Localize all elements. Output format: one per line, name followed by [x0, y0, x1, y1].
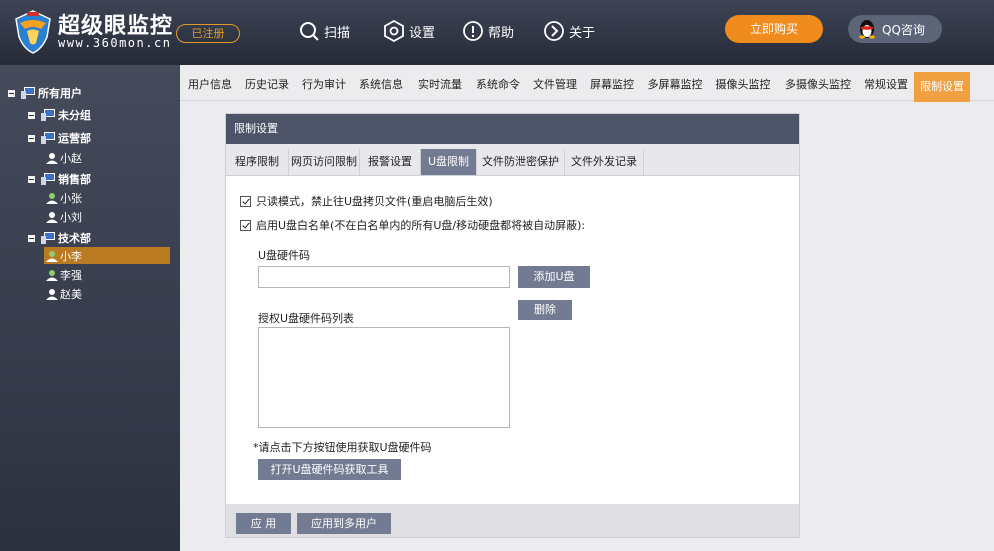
function-tab-bar: 用户信息 历史记录 行为审计 系统信息 实时流量 系统命令 文件管理 屏幕监控 …	[180, 65, 994, 102]
registered-badge: 已注册	[176, 24, 240, 43]
computer-icon	[41, 132, 55, 144]
authorized-list-label: 授权U盘硬件码列表	[258, 312, 355, 325]
tree-group-tech[interactable]: 技术部	[28, 229, 91, 247]
apply-button[interactable]: 应 用	[236, 513, 291, 534]
subtab-program-restriction[interactable]: 程序限制	[226, 149, 289, 175]
app-header: 超级眼监控 www.360mon.cn 已注册 扫描 设置 帮助 关于 立即购买…	[0, 0, 994, 65]
collapse-icon[interactable]	[28, 234, 35, 242]
tab-restriction-settings[interactable]: 限制设置	[914, 72, 970, 102]
tree-group-label: 技术部	[58, 232, 91, 245]
collapse-icon[interactable]	[28, 175, 35, 183]
computer-icon	[41, 109, 55, 121]
tree-group-label: 运营部	[58, 132, 91, 145]
app-url: www.360mon.cn	[58, 36, 172, 50]
nav-settings[interactable]: 设置	[383, 18, 435, 44]
subtab-web-restriction[interactable]: 网页访问限制	[289, 149, 360, 175]
tree-user-label: 小张	[60, 192, 82, 205]
restriction-subtab-bar: 程序限制 网页访问限制 报警设置 U盘限制 文件防泄密保护 文件外发记录	[226, 144, 799, 176]
tree-group-operations[interactable]: 运营部	[28, 129, 91, 147]
panel-title: 限制设置	[226, 114, 799, 144]
tree-user-liqiang[interactable]: 李强	[46, 266, 82, 284]
tab-behavior-audit[interactable]: 行为审计	[300, 74, 348, 96]
nav-about[interactable]: 关于	[543, 18, 595, 44]
subtab-alarm-settings[interactable]: 报警设置	[360, 149, 421, 175]
tree-user-xiaozhao[interactable]: 小赵	[46, 149, 82, 167]
add-usb-button[interactable]: 添加U盘	[518, 266, 590, 288]
checkbox-checked[interactable]	[240, 219, 251, 231]
tab-general-settings[interactable]: 常规设置	[861, 74, 911, 96]
tab-system-info[interactable]: 系统信息	[357, 74, 405, 96]
eagle-logo-icon	[15, 10, 51, 54]
search-icon	[300, 22, 319, 41]
tree-root-label: 所有用户	[38, 87, 82, 100]
hardware-code-input[interactable]	[258, 266, 510, 288]
user-icon	[46, 250, 58, 262]
tree-group-label: 未分组	[58, 109, 91, 122]
tree-group-sales[interactable]: 销售部	[28, 170, 91, 188]
subtab-file-outgoing-log[interactable]: 文件外发记录	[565, 149, 644, 175]
tree-root-all-users[interactable]: 所有用户	[8, 84, 82, 102]
gear-icon	[384, 20, 404, 42]
nav-scan-label: 扫描	[324, 25, 351, 41]
nav-help[interactable]: 帮助	[462, 18, 514, 44]
hardware-code-label: U盘硬件码	[258, 249, 311, 262]
tree-group-label: 销售部	[58, 173, 91, 186]
qq-consult-button[interactable]: QQ咨询	[848, 15, 942, 43]
tab-camera-monitor[interactable]: 摄像头监控	[713, 74, 773, 96]
delete-usb-button[interactable]: 删除	[518, 300, 572, 320]
user-icon	[46, 192, 58, 204]
help-icon	[463, 21, 483, 41]
about-icon	[544, 21, 564, 41]
tab-file-manager[interactable]: 文件管理	[531, 74, 579, 96]
tree-user-xiaoli-selected[interactable]: 小李	[46, 247, 82, 265]
hint-text: *请点击下方按钮使用获取U盘硬件码	[253, 441, 432, 454]
computer-icon	[21, 87, 35, 99]
nav-about-label: 关于	[569, 25, 596, 41]
usb-whitelist-label: 启用U盘白名单(不在白名单内的所有U盘/移动硬盘都将被自动屏蔽):	[256, 219, 586, 232]
tab-history[interactable]: 历史记录	[243, 74, 291, 96]
tree-user-label: 小赵	[60, 152, 82, 165]
buy-now-button[interactable]: 立即购买	[725, 15, 823, 43]
computer-icon	[41, 232, 55, 244]
open-hardware-code-tool-button[interactable]: 打开U盘硬件码获取工具	[258, 459, 401, 480]
tree-user-zhaomei[interactable]: 赵美	[46, 285, 82, 303]
tree-group-ungrouped[interactable]: 未分组	[28, 106, 91, 124]
user-icon	[46, 152, 58, 164]
checkbox-checked[interactable]	[240, 195, 251, 207]
user-icon	[46, 211, 58, 223]
readonly-mode-checkbox[interactable]: 只读模式，禁止往U盘拷贝文件(重启电脑后生效)	[240, 193, 493, 209]
user-icon	[46, 269, 58, 281]
nav-help-label: 帮助	[488, 25, 515, 41]
tab-user-info[interactable]: 用户信息	[187, 74, 233, 96]
apply-to-multiple-users-button[interactable]: 应用到多用户	[297, 513, 391, 534]
tree-user-xiaozhang[interactable]: 小张	[46, 189, 82, 207]
qq-penguin-icon	[859, 20, 875, 39]
tree-user-label: 李强	[60, 269, 82, 282]
tab-multi-screen-monitor[interactable]: 多屏幕监控	[645, 74, 705, 96]
nav-settings-label: 设置	[409, 25, 436, 41]
collapse-icon[interactable]	[28, 111, 35, 119]
user-tree-sidebar: 所有用户 未分组 运营部 小赵 销售部 小张 小刘 技术部 小李 李强 赵美	[0, 65, 180, 551]
tree-user-label: 赵美	[60, 288, 82, 301]
tab-screen-monitor[interactable]: 屏幕监控	[588, 74, 636, 96]
usb-whitelist-checkbox[interactable]: 启用U盘白名单(不在白名单内的所有U盘/移动硬盘都将被自动屏蔽):	[240, 217, 585, 233]
computer-icon	[41, 173, 55, 185]
subtab-usb-restriction[interactable]: U盘限制	[421, 149, 477, 175]
panel-footer: 应 用 应用到多用户	[226, 504, 799, 537]
subtab-file-leak-protection[interactable]: 文件防泄密保护	[477, 149, 565, 175]
restriction-settings-panel: 限制设置 程序限制 网页访问限制 报警设置 U盘限制 文件防泄密保护 文件外发记…	[225, 113, 800, 538]
qq-consult-label: QQ咨询	[882, 22, 925, 37]
tree-user-label: 小李	[60, 250, 82, 263]
nav-scan[interactable]: 扫描	[298, 18, 350, 44]
tab-multi-camera-monitor[interactable]: 多摄像头监控	[781, 74, 855, 96]
tree-user-xiaoliu[interactable]: 小刘	[46, 208, 82, 226]
tree-user-label: 小刘	[60, 211, 82, 224]
collapse-icon[interactable]	[28, 134, 35, 142]
authorized-usb-list[interactable]	[258, 327, 510, 428]
tab-realtime-traffic[interactable]: 实时流量	[416, 74, 464, 96]
tab-system-command[interactable]: 系统命令	[474, 74, 522, 96]
readonly-mode-label: 只读模式，禁止往U盘拷贝文件(重启电脑后生效)	[256, 195, 493, 208]
user-icon	[46, 288, 58, 300]
collapse-icon[interactable]	[8, 89, 15, 97]
